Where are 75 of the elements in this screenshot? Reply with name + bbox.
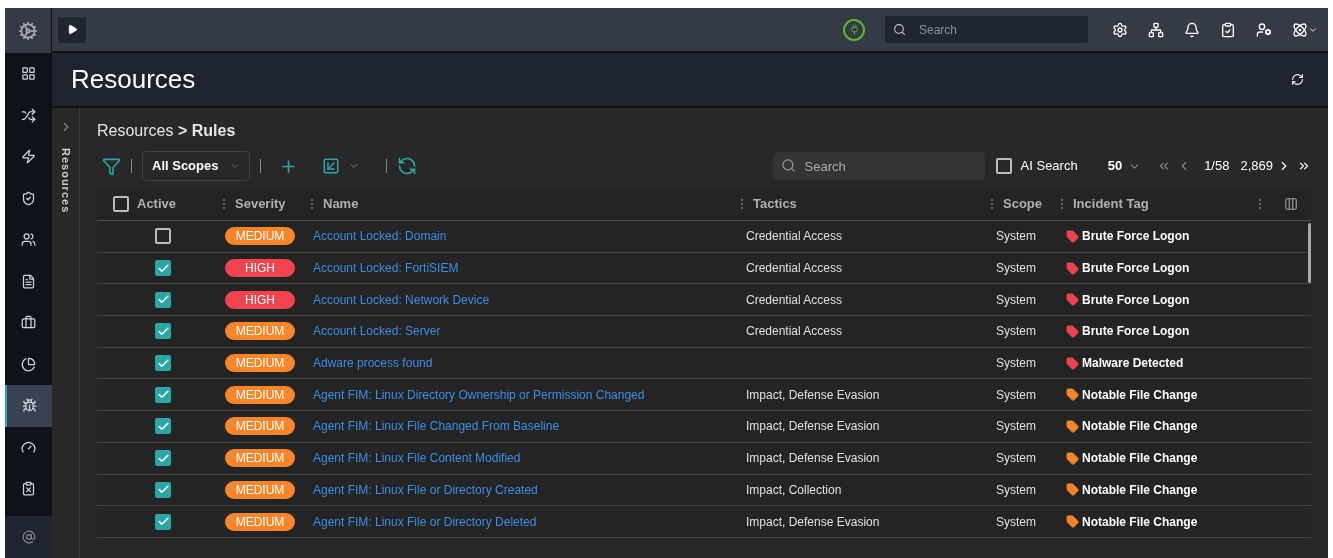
total-count: 2,869	[1240, 157, 1273, 176]
table-cell: System	[996, 419, 1036, 434]
table-row[interactable]: MEDIUM Adware process found System Malware Detected	[97, 347, 1311, 380]
table-cell: System	[996, 387, 1036, 402]
table-cell: Impact, Defense Evasion	[746, 451, 880, 466]
table-cell: Credential Access	[746, 229, 843, 244]
table-cell: Credential Access	[746, 261, 843, 276]
panel-label[interactable]: Resources	[57, 148, 74, 214]
severity-badge: HIGH	[225, 290, 295, 309]
incident-tag: Brute Force Logon	[1082, 290, 1190, 309]
incident-tag: Notable File Change	[1082, 385, 1198, 404]
table-row[interactable]: MEDIUM Agent FIM: Linux File or Directory Deleted Impact, Defense Evasion System Notable File Change	[97, 506, 1311, 538]
ai-search-label[interactable]: AI Search	[1020, 156, 1078, 176]
table-cell: Impact, Defense Evasion	[746, 387, 880, 402]
severity-badge: MEDIUM	[225, 417, 295, 436]
table-row[interactable]: HIGH Account Locked: FortiSIEM Credential Access System Brute Force Logon	[97, 252, 1311, 285]
table-cell: System	[996, 229, 1036, 244]
table-cell: Impact, Defense Evasion	[746, 419, 880, 434]
column-header[interactable]: Active	[137, 194, 177, 214]
table-cell: System	[996, 356, 1036, 371]
rule-name-link[interactable]: Agent FIM: Linux File Content Modified	[313, 451, 521, 466]
table-cell: System	[996, 261, 1036, 276]
breadcrumb: Resources > Rules	[97, 121, 237, 139]
rule-name-link[interactable]: Agent FIM: Linux File Changed From Baseline	[313, 419, 560, 434]
column-header[interactable]: Tactics	[753, 194, 797, 214]
column-header[interactable]: Severity	[235, 194, 286, 214]
rule-name-link[interactable]: Account Locked: FortiSIEM	[313, 261, 459, 276]
incident-tag: Brute Force Logon	[1082, 322, 1190, 341]
table-row[interactable]: MEDIUM Account Locked: Domain Credential Access System Brute Force Logon	[97, 221, 1311, 253]
severity-badge: MEDIUM	[225, 480, 295, 499]
page-size-dropdown[interactable]: 50	[1107, 156, 1142, 176]
rule-name-link[interactable]: Account Locked: Server	[313, 324, 441, 339]
page-indicator: 1/58	[1204, 157, 1230, 176]
table-row[interactable]: HIGH Account Locked: Network Device Credential Access System Brute Force Logon	[97, 284, 1311, 317]
table-cell: Impact, Collection	[746, 482, 842, 497]
severity-badge: MEDIUM	[225, 385, 295, 404]
table-cell: System	[996, 482, 1036, 497]
table-cell: System	[996, 451, 1036, 466]
rule-name-link[interactable]: Agent FIM: Linux File or Directory Deleted	[313, 514, 537, 529]
table-row[interactable]: MEDIUM Agent FIM: Linux File or Directory Created Impact, Collection System Notable File Change	[97, 474, 1311, 507]
severity-badge: MEDIUM	[225, 512, 295, 531]
incident-tag: Notable File Change	[1082, 480, 1198, 499]
column-header[interactable]: Scope	[1003, 194, 1042, 214]
search-field[interactable]: Search	[885, 16, 1088, 43]
table-row[interactable]: MEDIUM Agent FIM: Linux File Changed From Baseline Impact, Defense Evasion System Notable File Change	[97, 411, 1311, 443]
search-field[interactable]: Search	[772, 152, 985, 180]
incident-tag: Malware Detected	[1082, 354, 1184, 373]
table-row[interactable]: MEDIUM Agent FIM: Linux Directory Ownership or Permission Changed Impact, Defense Evasion System Notable File Change	[97, 379, 1311, 412]
scope-dropdown[interactable]: All Scopes	[142, 151, 251, 181]
incident-tag: Notable File Change	[1082, 417, 1198, 436]
incident-tag: Notable File Change	[1082, 449, 1198, 468]
severity-badge: MEDIUM	[225, 449, 295, 468]
table-cell: System	[996, 514, 1036, 529]
rule-name-link[interactable]: Agent FIM: Linux Directory Ownership or Permission Changed	[313, 387, 645, 402]
column-header[interactable]: Name	[323, 194, 359, 214]
table-cell: Impact, Defense Evasion	[746, 514, 880, 529]
table-row[interactable]: MEDIUM Agent FIM: Linux File Content Modified Impact, Defense Evasion System Notable File Change	[97, 442, 1311, 475]
column-header[interactable]: Incident Tag	[1073, 194, 1149, 214]
table-cell: Credential Access	[746, 324, 843, 339]
severity-badge: MEDIUM	[225, 227, 295, 246]
table-cell: System	[996, 292, 1036, 307]
severity-badge: HIGH	[225, 259, 295, 278]
incident-tag: Notable File Change	[1082, 512, 1198, 531]
rule-name-link[interactable]: Account Locked: Domain	[313, 229, 447, 244]
rule-name-link[interactable]: Account Locked: Network Device	[313, 292, 490, 307]
table-cell: System	[996, 324, 1036, 339]
severity-badge: MEDIUM	[225, 354, 295, 373]
incident-tag: Brute Force Logon	[1082, 259, 1190, 278]
rule-name-link[interactable]: Adware process found	[313, 356, 433, 371]
incident-tag: Brute Force Logon	[1082, 227, 1190, 246]
severity-badge: MEDIUM	[225, 322, 295, 341]
table-row[interactable]: MEDIUM Account Locked: Server Credential Access System Brute Force Logon	[97, 316, 1311, 348]
table-cell: Credential Access	[746, 292, 843, 307]
rule-name-link[interactable]: Agent FIM: Linux File or Directory Created	[313, 482, 538, 497]
page-title: Resources	[71, 63, 196, 96]
